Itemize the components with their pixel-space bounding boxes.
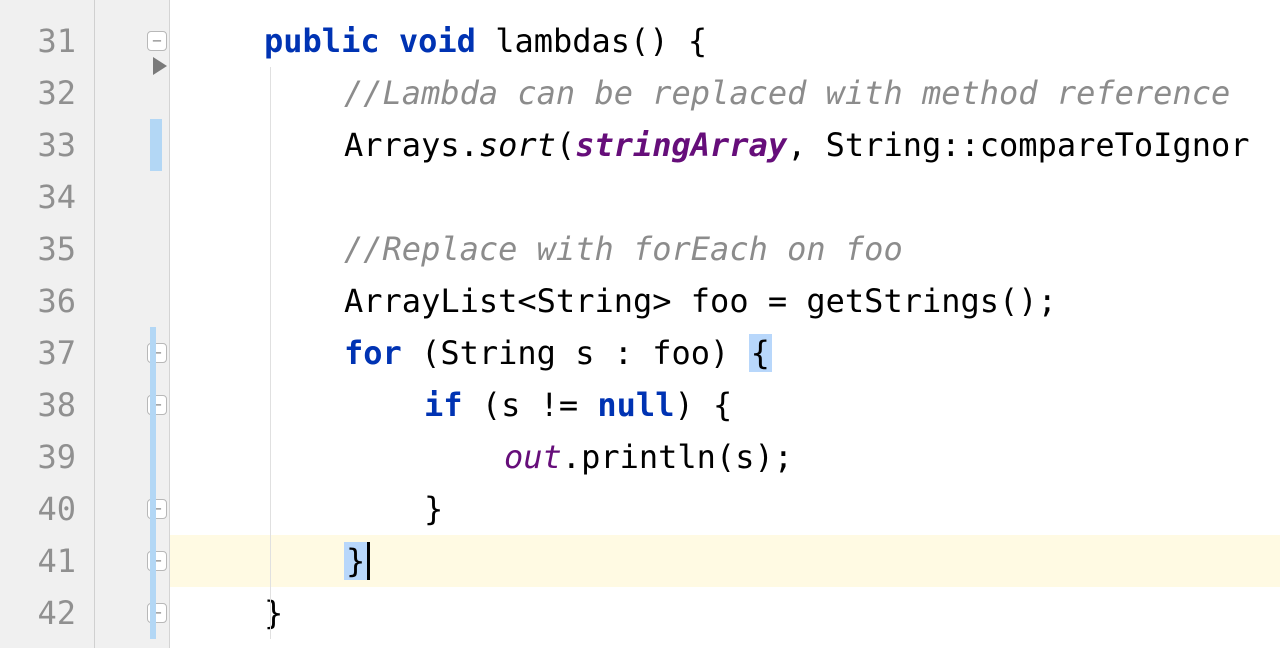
line-number-gutter: 313233343536373839404142 <box>0 0 95 648</box>
line-number: 39 <box>0 431 94 483</box>
code-line[interactable]: } <box>170 587 1280 639</box>
fold-toggle-icon[interactable] <box>147 31 167 51</box>
line-number: 34 <box>0 171 94 223</box>
line-number: 37 <box>0 327 94 379</box>
code-line[interactable]: ArrayList<String> foo = getStrings(); <box>170 275 1280 327</box>
line-number: 42 <box>0 587 94 639</box>
code-line[interactable] <box>170 171 1280 223</box>
code-editor[interactable]: 313233343536373839404142 public void lam… <box>0 0 1280 648</box>
code-line[interactable]: //Lambda can be replaced with method ref… <box>170 67 1280 119</box>
line-number: 36 <box>0 275 94 327</box>
code-line[interactable]: public void lambdas() { <box>170 15 1280 67</box>
vcs-change-marker[interactable] <box>150 119 162 171</box>
indent-guide <box>270 67 271 639</box>
fold-gutter <box>95 0 170 648</box>
code-line[interactable]: for (String s : foo) { <box>170 327 1280 379</box>
line-number: 41 <box>0 535 94 587</box>
line-number: 33 <box>0 119 94 171</box>
line-number: 32 <box>0 67 94 119</box>
code-area[interactable]: public void lambdas() {//Lambda can be r… <box>170 0 1280 648</box>
code-line[interactable]: } <box>170 483 1280 535</box>
vcs-change-marker[interactable] <box>150 327 156 639</box>
code-line[interactable]: out.println(s); <box>170 431 1280 483</box>
line-number: 38 <box>0 379 94 431</box>
line-number: 40 <box>0 483 94 535</box>
code-line[interactable]: } <box>170 535 1280 587</box>
line-number: 31 <box>0 15 94 67</box>
code-line[interactable]: //Replace with forEach on foo <box>170 223 1280 275</box>
code-line[interactable]: Arrays.sort(stringArray, String::compare… <box>170 119 1280 171</box>
line-number: 35 <box>0 223 94 275</box>
run-icon[interactable] <box>153 57 167 75</box>
code-line[interactable]: if (s != null) { <box>170 379 1280 431</box>
